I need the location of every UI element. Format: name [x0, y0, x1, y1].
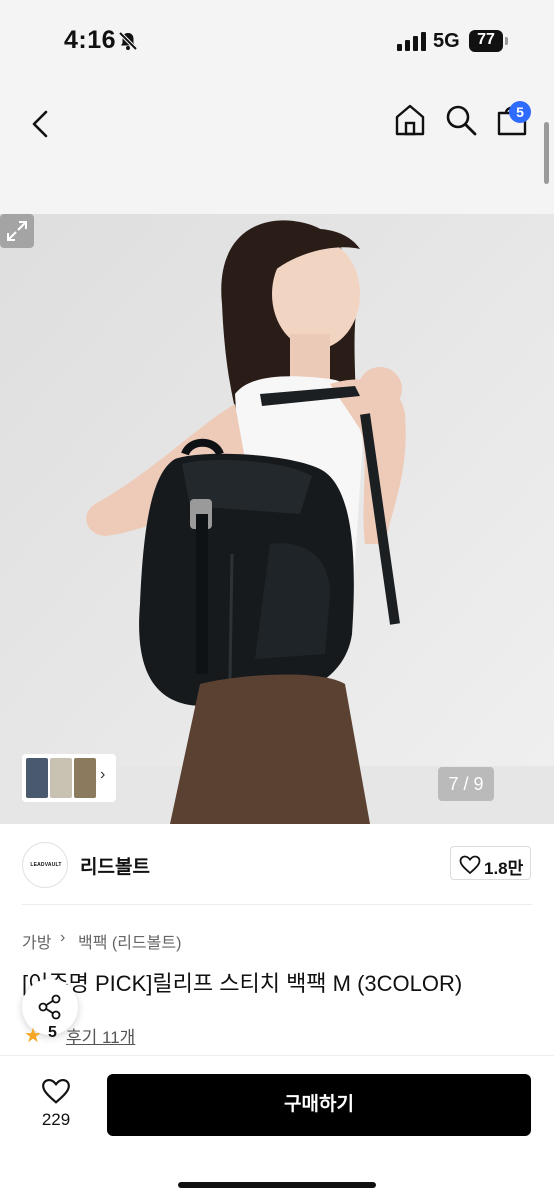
wishlist-count: 229 — [41, 1110, 71, 1129]
thumbnail-1[interactable] — [26, 758, 48, 798]
star-icon: ★ — [24, 1025, 42, 1047]
battery-level: 77 — [477, 31, 495, 48]
rating-score: 5 — [48, 1024, 57, 1041]
status-time: 4:16 — [64, 26, 117, 54]
buy-button[interactable]: 구매하기 — [107, 1074, 531, 1136]
breadcrumb-bags[interactable]: 가방 — [22, 929, 51, 953]
network-type: 5G — [433, 30, 460, 52]
nav-bar: 5 — [0, 84, 554, 214]
cart-count-badge: 5 — [509, 101, 531, 123]
signal-icon — [397, 32, 426, 51]
review-count-link[interactable]: 후기 11개 — [66, 1023, 135, 1048]
home-indicator — [178, 1182, 376, 1188]
product-photo — [0, 214, 554, 824]
breadcrumb-backpack[interactable]: 백팩 (리드볼트) — [78, 929, 181, 953]
thumbnail-3[interactable] — [74, 758, 96, 798]
chevron-right-icon: › — [100, 766, 106, 783]
brand-logo-text: LEADVAULT — [30, 862, 62, 868]
thumbnail-2[interactable] — [50, 758, 72, 798]
brand-like-button[interactable]: 1.8만 — [450, 846, 531, 880]
share-icon — [38, 994, 61, 1020]
heart-icon — [459, 855, 481, 875]
status-bar: 4:16 5G 77 — [0, 0, 554, 84]
breadcrumb-separator-icon: › — [60, 929, 66, 946]
brand-name[interactable]: 리드볼트 — [80, 852, 150, 879]
product-image-carousel[interactable]: › 7 / 9 — [0, 214, 554, 824]
brand-like-count: 1.8만 — [484, 859, 524, 878]
search-icon[interactable] — [443, 102, 479, 138]
home-icon[interactable] — [392, 102, 428, 138]
bottom-purchase-bar: 229 구매하기 — [0, 1055, 554, 1200]
bell-muted-icon — [118, 31, 138, 51]
image-page-counter: 7 / 9 — [438, 767, 494, 801]
expand-icon[interactable] — [0, 214, 34, 248]
heart-icon — [42, 1078, 70, 1104]
battery-icon: 77 — [469, 30, 509, 52]
back-arrow-icon[interactable] — [26, 104, 56, 144]
divider — [22, 904, 532, 905]
thumbnail-strip[interactable]: › — [22, 754, 116, 802]
brand-logo[interactable]: LEADVAULT — [22, 842, 68, 888]
product-title: [이주명 PICK]릴리프 스티치 백팩 M (3COLOR) — [22, 971, 463, 996]
scrollbar[interactable] — [544, 122, 549, 184]
wishlist-button[interactable]: 229 — [28, 1074, 84, 1136]
